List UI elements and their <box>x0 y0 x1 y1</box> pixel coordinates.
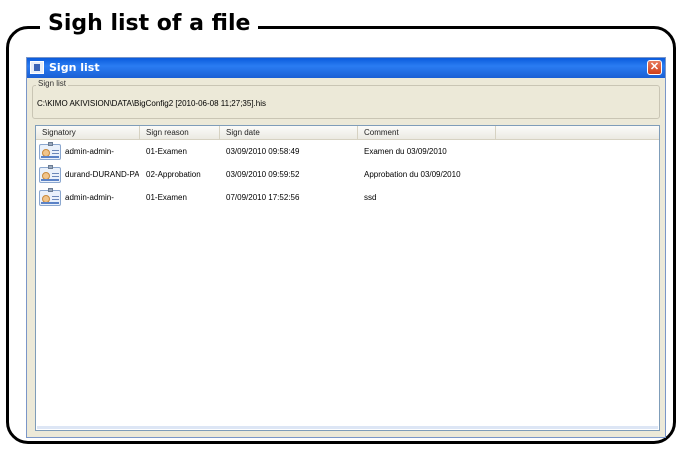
file-path: C:\KIMO AKIVISION\DATA\BigConfig2 [2010-… <box>37 99 266 108</box>
sign-reason-cell: 01-Examen <box>146 193 187 202</box>
sign-date-cell: 03/09/2010 09:58:49 <box>226 147 300 156</box>
sign-list-group: Sign list C:\KIMO AKIVISION\DATA\BigConf… <box>32 79 660 119</box>
column-header-signatory[interactable]: Signatory <box>36 126 140 139</box>
sign-list-window: Sign list ✕ Sign list C:\KIMO AKIVISION\… <box>26 57 666 438</box>
window-titlebar[interactable]: Sign list ✕ <box>27 58 665 78</box>
close-button[interactable]: ✕ <box>647 60 662 75</box>
sign-reason-cell: 02-Approbation <box>146 170 201 179</box>
figure-title: Sigh list of a file <box>40 8 259 40</box>
id-badge-icon <box>39 188 61 206</box>
list-header: Signatory Sign reason Sign date Comment <box>36 126 659 140</box>
group-legend: Sign list <box>36 79 69 88</box>
signatures-list[interactable]: Signatory Sign reason Sign date Comment … <box>35 125 660 431</box>
table-row[interactable]: durand-DURAND-PA... 02-Approbation 03/09… <box>36 165 659 185</box>
signatory-cell: admin-admin- <box>65 147 114 156</box>
sign-date-cell: 03/09/2010 09:59:52 <box>226 170 300 179</box>
sign-reason-cell: 01-Examen <box>146 147 187 156</box>
column-header-sign-date[interactable]: Sign date <box>220 126 358 139</box>
signatory-cell: durand-DURAND-PA... <box>65 170 139 179</box>
comment-cell: Examen du 03/09/2010 <box>364 147 447 156</box>
app-icon <box>30 61 44 74</box>
signatory-cell: admin-admin- <box>65 193 114 202</box>
id-badge-icon <box>39 165 61 183</box>
sign-date-cell: 07/09/2010 17:52:56 <box>226 193 300 202</box>
table-row[interactable]: admin-admin- 01-Examen 03/09/2010 09:58:… <box>36 142 659 162</box>
id-badge-icon <box>39 142 61 160</box>
table-row[interactable]: admin-admin- 01-Examen 07/09/2010 17:52:… <box>36 188 659 208</box>
window-title: Sign list <box>49 61 100 74</box>
comment-cell: Approbation du 03/09/2010 <box>364 170 461 179</box>
comment-cell: ssd <box>364 193 377 202</box>
column-header-comment[interactable]: Comment <box>358 126 496 139</box>
column-header-sign-reason[interactable]: Sign reason <box>140 126 220 139</box>
